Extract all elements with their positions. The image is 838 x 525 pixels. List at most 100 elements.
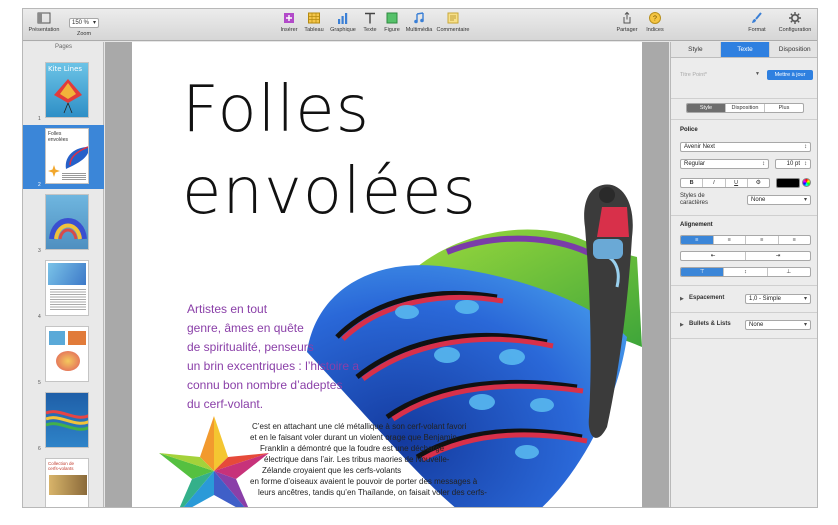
- italic-button[interactable]: I: [703, 179, 726, 187]
- vertical-alignment: ⊤ ↕ ⊥: [680, 267, 811, 277]
- page-thumbnail-2[interactable]: Folles envolées 2: [23, 125, 104, 189]
- format-button[interactable]: Format: [745, 11, 769, 33]
- divider: [671, 119, 817, 120]
- font-weight-select[interactable]: Regular ↕: [680, 159, 769, 169]
- zoom-control[interactable]: 150 % Zoom: [67, 11, 101, 37]
- divider: [671, 285, 817, 286]
- thumbnail-image: [45, 194, 89, 250]
- page-number: 5: [38, 380, 41, 386]
- underline-button[interactable]: U: [726, 179, 748, 187]
- increase-indent-button[interactable]: ⇥: [746, 252, 810, 260]
- tab-layout[interactable]: Disposition: [770, 42, 817, 57]
- align-center-button[interactable]: ≡: [714, 236, 746, 244]
- kite-picture: [54, 79, 82, 114]
- align-bottom-button[interactable]: ⊥: [768, 268, 810, 276]
- gear-icon: ⚙: [755, 180, 762, 186]
- thumbnail-balloon: [56, 351, 80, 371]
- text-subtabs: Style Disposition Plus: [686, 103, 804, 113]
- chevron-down-icon[interactable]: ▼: [755, 71, 760, 77]
- font-weight-value: Regular: [684, 161, 706, 167]
- zoom-select[interactable]: 150 %: [69, 18, 99, 28]
- document-page[interactable]: Folles envolées Artistes en tout genre, …: [132, 42, 642, 507]
- page-thumbnail-6[interactable]: 6: [23, 389, 104, 453]
- view-button[interactable]: Présentation: [27, 11, 61, 33]
- thumbnail-image: [45, 326, 89, 382]
- ribbon-kite-picture: [46, 410, 88, 431]
- tab-style[interactable]: Style: [671, 42, 721, 57]
- update-style-button[interactable]: Mettre à jour: [767, 70, 813, 80]
- horizontal-alignment: ≡ ≡ ≡ ≡: [680, 235, 811, 245]
- align-left-icon: ≡: [695, 237, 699, 243]
- inspector-tabs: Style Texte Disposition: [671, 42, 817, 58]
- bold-button[interactable]: B: [681, 179, 704, 187]
- page-thumbnail-4[interactable]: 4: [23, 257, 104, 321]
- spacing-select[interactable]: 1,0 - Simple ▾: [745, 294, 811, 304]
- share-button[interactable]: Partager: [615, 11, 639, 33]
- lead-paragraph[interactable]: Artistes en tout genre, âmes en quête de…: [187, 300, 387, 414]
- font-size-value: 10 pt: [786, 161, 800, 167]
- tab-text[interactable]: Texte: [720, 42, 771, 57]
- chevron-updown-icon: ↕: [804, 144, 807, 150]
- font-family-select[interactable]: Avenir Next ↕: [680, 142, 811, 152]
- bullets-select[interactable]: None ▾: [745, 320, 811, 330]
- media-label: Multimédia: [405, 27, 433, 33]
- thumbnail-photo: [48, 263, 86, 285]
- paragraph-style-select[interactable]: Titre Point*: [680, 72, 707, 78]
- align-center-icon: ≡: [727, 237, 731, 243]
- body-line: C’est en attachant une clé métallique à …: [252, 422, 467, 431]
- disclosure-triangle-icon[interactable]: ▶: [680, 322, 684, 328]
- page-thumbnail-7[interactable]: Collection de cerfs-volants: [23, 455, 104, 507]
- char-styles-select[interactable]: None ▾: [747, 195, 811, 205]
- chevron-down-icon: ▾: [803, 322, 807, 328]
- text-icon: [365, 12, 375, 24]
- chart-button[interactable]: Graphique: [328, 11, 358, 33]
- thumbnail-caption: Folles envolées: [48, 131, 69, 143]
- subtab-style[interactable]: Style: [687, 104, 726, 112]
- char-styles-label: Styles de caractères: [680, 193, 709, 206]
- insert-label: Insérer: [280, 27, 298, 33]
- document-canvas[interactable]: Folles envolées Artistes en tout genre, …: [105, 42, 669, 507]
- align-justify-button[interactable]: ≡: [779, 236, 811, 244]
- page-number: 3: [38, 248, 41, 254]
- insert-icon: [284, 13, 294, 23]
- subtab-more[interactable]: Plus: [765, 104, 803, 112]
- setup-button[interactable]: Configuration: [775, 11, 815, 33]
- star-picture: [48, 165, 60, 177]
- page-thumbnails-panel: Pages Kite Lines 1 Folles envolées 2 3 4…: [23, 42, 104, 507]
- shape-button[interactable]: Figure: [382, 11, 402, 33]
- thumbnail-image: [45, 392, 89, 448]
- page-thumbnail-5[interactable]: 5: [23, 323, 104, 387]
- spacing-label[interactable]: Espacement: [689, 295, 724, 301]
- page-number: 4: [38, 314, 41, 320]
- color-wheel-icon[interactable]: [802, 178, 811, 187]
- disclosure-triangle-icon[interactable]: ▶: [680, 296, 684, 302]
- text-label: Texte: [363, 27, 377, 33]
- text-options-button[interactable]: ⚙: [748, 179, 769, 187]
- media-button[interactable]: Multimédia: [404, 11, 434, 33]
- chart-icon: [338, 13, 348, 24]
- lead-line: du cerf-volant.: [187, 397, 264, 411]
- body-line: leurs ancêtres, tandis qu’en Thaïlande, …: [258, 488, 487, 497]
- chevron-down-icon: ▾: [803, 296, 807, 302]
- decrease-indent-button[interactable]: ⇤: [681, 252, 746, 260]
- font-size-stepper[interactable]: 10 pt ↕: [775, 159, 811, 169]
- body-paragraph[interactable]: C’est en attachant une clé métallique à …: [132, 421, 642, 507]
- bullets-label[interactable]: Bullets & Lists: [689, 321, 731, 327]
- thumbnail-image: Collection de cerfs-volants: [45, 458, 89, 507]
- bullets-value: None: [749, 322, 764, 328]
- table-button[interactable]: Tableau: [302, 11, 326, 33]
- text-button[interactable]: Texte: [360, 11, 380, 33]
- align-top-button[interactable]: ⊤: [681, 268, 725, 276]
- tips-button[interactable]: ? Indices: [643, 11, 667, 33]
- insert-button[interactable]: Insérer: [278, 11, 300, 33]
- page-thumbnail-3[interactable]: 3: [23, 191, 104, 255]
- align-middle-button[interactable]: ↕: [724, 268, 768, 276]
- align-right-button[interactable]: ≡: [746, 236, 779, 244]
- align-left-button[interactable]: ≡: [681, 236, 714, 244]
- title-line-1[interactable]: Folles: [182, 78, 370, 142]
- text-color-well[interactable]: [776, 178, 800, 188]
- subtab-layout[interactable]: Disposition: [726, 104, 765, 112]
- alignment-heading: Alignement: [680, 222, 713, 228]
- page-thumbnail-1[interactable]: Kite Lines 1: [23, 59, 104, 123]
- comment-button[interactable]: Commentaire: [436, 11, 470, 33]
